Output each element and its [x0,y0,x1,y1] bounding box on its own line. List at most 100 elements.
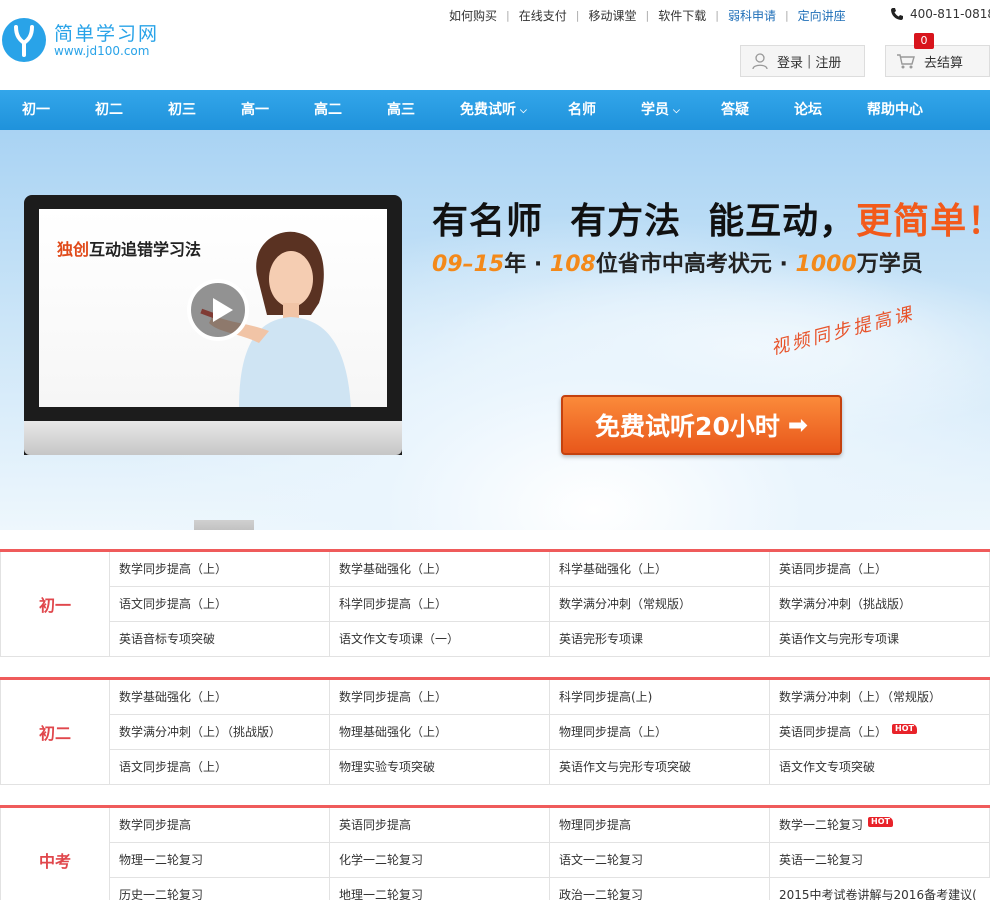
course-link[interactable]: 语文同步提高（上） [110,750,330,785]
course-link[interactable]: 数学满分冲刺（上）（挑战版） [110,715,330,750]
section-grade-label[interactable]: 中考 [0,808,110,900]
course-link[interactable]: 物理同步提高（上） [550,715,770,750]
course-link[interactable]: 英语完形专项课 [550,622,770,657]
course-link[interactable]: 数学满分冲刺（常规版） [550,587,770,622]
hot-badge: HOT [868,817,893,827]
stats-champions: 108 [549,252,596,277]
nav-item-senior2[interactable]: 高二 [314,90,342,130]
site-logo[interactable]: 简单学习网 www.jd100.com [2,18,172,64]
caption-text: 互动追错学习法 [89,240,202,259]
nav-item-grade7[interactable]: 初一 [22,90,50,130]
nav-item-grade8[interactable]: 初二 [95,90,123,130]
nav-item-help-center[interactable]: 帮助中心 [867,90,923,130]
caption-highlight: 独创 [57,240,90,259]
toplink-mobile-class[interactable]: 移动课堂 [579,7,645,24]
nav-label: 论坛 [794,102,822,118]
course-link[interactable]: 数学满分冲刺（挑战版） [770,587,990,622]
nav-item-teachers[interactable]: 名师 [568,90,596,130]
nav-label: 初三 [168,102,196,118]
nav-item-senior1[interactable]: 高一 [241,90,269,130]
course-link[interactable]: 英语同步提高（上） [770,552,990,587]
nav-item-senior3[interactable]: 高三 [387,90,415,130]
banner-slogan: 有名师 有方法 能互动，更简单！ [432,192,990,244]
cta-label: 免费试听20小时 [595,412,780,441]
logo-name: 简单学习网 [54,23,160,45]
course-link[interactable]: 化学一二轮复习 [330,843,550,878]
course-link[interactable]: 数学同步提高（上） [330,680,550,715]
slogan-accent: 更简单！ [856,201,990,242]
play-button[interactable] [187,279,249,341]
course-link[interactable]: 英语同步提高 [330,808,550,843]
slogan-main: 有名师 有方法 能互动， [432,201,857,242]
banner-tagline: 视频同步提高课 [768,303,917,360]
toplink-weak-subject-apply[interactable]: 弱科申请 [719,7,785,24]
course-link[interactable]: 地理一二轮复习 [330,878,550,900]
course-section-grade7: 初一 数学同步提高（上） 数学基础强化（上） 科学基础强化（上） 英语同步提高（… [0,549,990,657]
toplink-online-pay[interactable]: 在线支付 [510,7,576,24]
nav-label: 答疑 [721,102,749,118]
course-link-hot[interactable]: 英语同步提高（上） HOT [770,715,990,750]
course-link[interactable]: 物理同步提高 [550,808,770,843]
nav-item-qa[interactable]: 答疑 [721,90,749,130]
stats-years: 09–15 [432,252,505,277]
course-link[interactable]: 数学基础强化（上） [110,680,330,715]
free-trial-cta-button[interactable]: 免费试听20小时 ➡ [561,395,842,455]
course-link[interactable]: 2015中考试卷讲解与2016备考建议( [770,878,990,900]
logo-mark-icon [2,18,46,62]
course-link[interactable]: 物理基础强化（上） [330,715,550,750]
chevron-down-icon: ⌵ [520,106,527,116]
course-link[interactable]: 英语作文与完形专项课 [770,622,990,657]
course-link[interactable]: 科学同步提高（上） [330,587,550,622]
nav-label: 名师 [568,102,596,118]
cart-count-badge: 0 [914,33,934,49]
course-link[interactable]: 历史一二轮复习 [110,878,330,900]
course-link[interactable]: 科学基础强化（上） [550,552,770,587]
course-link[interactable]: 数学基础强化（上） [330,552,550,587]
nav-item-students[interactable]: 学员 ⌵ [641,90,680,130]
main-nav: 初一 初二 初三 高一 高二 高三 免费试听 ⌵ 名师 学员 ⌵ 答疑 论坛 帮助中… [0,90,990,130]
course-link[interactable]: 数学满分冲刺（上）（常规版） [770,680,990,715]
course-label: 英语同步提高（上） [779,725,888,739]
toplink-how-to-buy[interactable]: 如何购买 [440,7,506,24]
nav-item-free-trial[interactable]: 免费试听 ⌵ [460,90,527,130]
course-link[interactable]: 英语音标专项突破 [110,622,330,657]
course-link[interactable]: 数学同步提高（上） [110,552,330,587]
arrow-right-icon: ➡ [787,411,808,439]
course-link[interactable]: 科学同步提高(上) [550,680,770,715]
nav-item-forum[interactable]: 论坛 [794,90,822,130]
course-link[interactable]: 英语一二轮复习 [770,843,990,878]
course-link[interactable]: 语文作文专项突破 [770,750,990,785]
section-grade-label[interactable]: 初二 [0,680,110,785]
login-link[interactable]: 登录 [777,52,803,71]
toplink-software-download[interactable]: 软件下载 [649,7,715,24]
course-section-zhongkao: 中考 数学同步提高 英语同步提高 物理同步提高 数学一二轮复习 HOT 物理一二轮… [0,805,990,900]
nav-label: 帮助中心 [867,102,923,118]
course-link[interactable]: 政治一二轮复习 [550,878,770,900]
course-link[interactable]: 数学同步提高 [110,808,330,843]
nav-label: 初一 [22,102,50,118]
cart-icon [897,54,915,69]
register-link[interactable]: 注册 [815,52,841,71]
top-links: 如何购买 | 在线支付 | 移动课堂 | 软件下载 | 弱科申请 | 定向讲座 [440,7,855,23]
nav-item-grade9[interactable]: 初三 [168,90,196,130]
section-grade-label[interactable]: 初一 [0,552,110,657]
course-link[interactable]: 物理实验专项突破 [330,750,550,785]
video-screen[interactable]: 独创互动追错学习法 [39,209,387,407]
course-link-hot[interactable]: 数学一二轮复习 HOT [770,808,990,843]
nav-label: 学员 [641,102,669,118]
checkout-button[interactable]: 去结算 [885,45,990,77]
hot-badge: HOT [892,724,917,734]
phone-number: 400-811-0818 [910,7,990,21]
video-monitor: 独创互动追错学习法 [24,195,402,455]
nav-label: 高三 [387,102,415,118]
course-link[interactable]: 语文一二轮复习 [550,843,770,878]
course-link[interactable]: 物理一二轮复习 [110,843,330,878]
course-link[interactable]: 语文同步提高（上） [110,587,330,622]
course-link[interactable]: 英语作文与完形专项突破 [550,750,770,785]
video-caption: 独创互动追错学习法 [57,236,201,260]
toplink-targeted-lecture[interactable]: 定向讲座 [789,7,855,24]
course-link[interactable]: 语文作文专项课（一） [330,622,550,657]
stats-text: 位省市中高考状元 · [595,252,796,277]
hero-banner[interactable]: 独创互动追错学习法 有名师 有方法 能互动，更简单！ 09–15年 · 108位… [0,130,990,530]
logo-url: www.jd100.com [54,44,150,58]
